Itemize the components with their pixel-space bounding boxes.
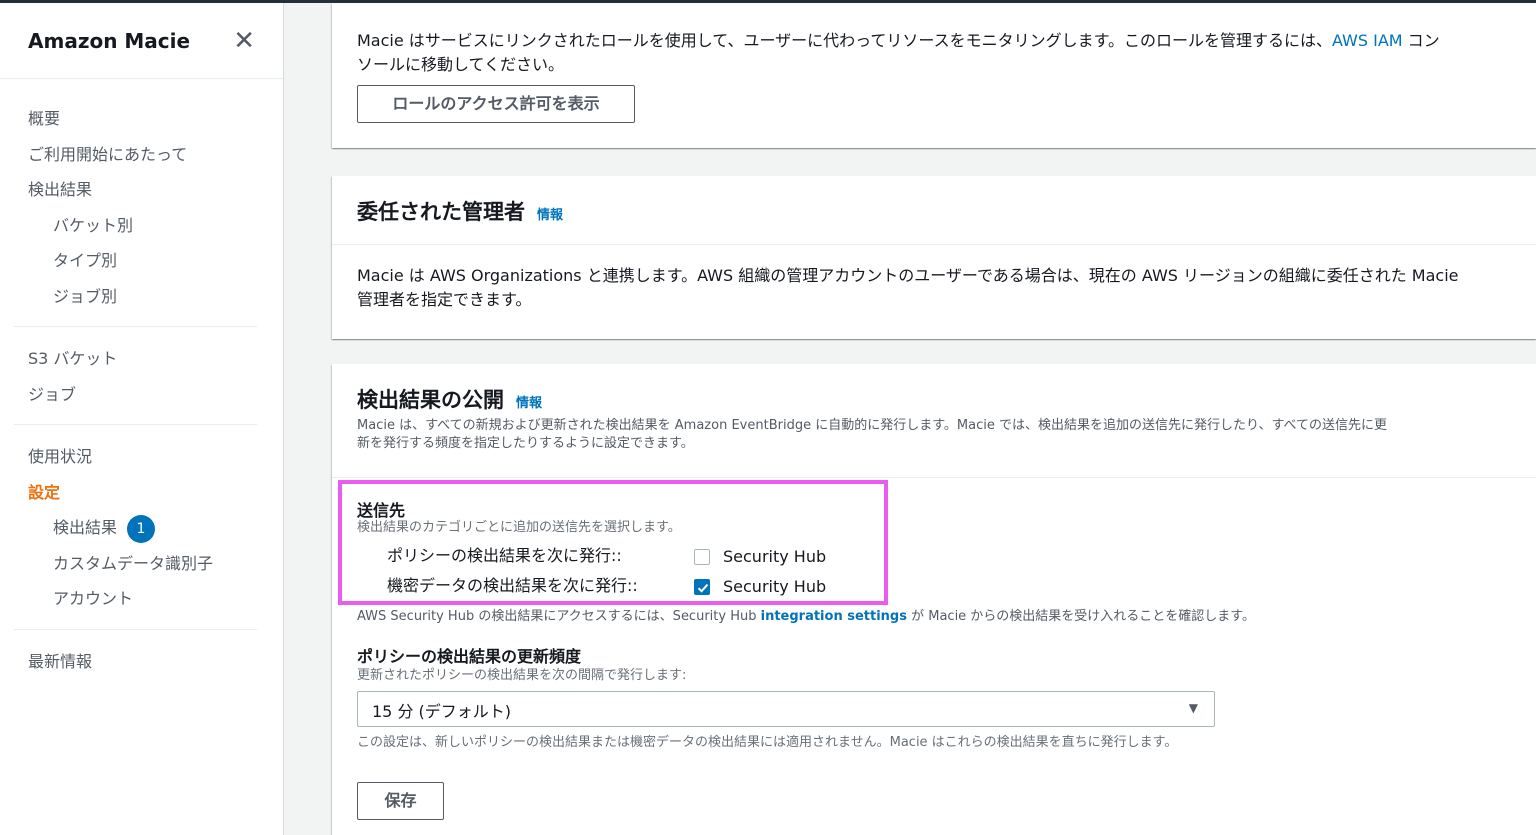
aws-iam-link[interactable]: AWS IAM xyxy=(1332,31,1403,50)
sidebar-divider xyxy=(14,628,257,630)
main-content: Macie はサービスにリンクされたロールを使用して、ユーザーに代わってリソース… xyxy=(284,3,1536,835)
sidebar-item-by-bucket[interactable]: バケット別 xyxy=(0,208,283,244)
sidebar-divider xyxy=(14,424,257,425)
sidebar-item-findings[interactable]: 検出結果 xyxy=(0,172,283,208)
close-icon[interactable]: ✕ xyxy=(233,28,255,54)
sidebar-item-s3-buckets[interactable]: S3 バケット xyxy=(0,341,283,377)
delegated-admin-panel: 委任された管理者 情報 Macie は AWS Organizations と連携… xyxy=(332,176,1536,339)
publish-findings-header: 検出結果の公開 情報 xyxy=(357,384,542,414)
sidebar-item-getting-started[interactable]: ご利用開始にあたって xyxy=(0,137,283,173)
panel-title: 検出結果の公開 xyxy=(357,388,504,412)
save-button[interactable]: 保存 xyxy=(357,782,444,820)
sidebar-item-usage[interactable]: 使用状況 xyxy=(0,439,283,475)
sensitive-security-hub-label[interactable]: Security Hub xyxy=(723,575,826,599)
destinations-title: 送信先 xyxy=(357,501,406,520)
sidebar-item-summary[interactable]: 概要 xyxy=(0,101,283,137)
info-link[interactable]: 情報 xyxy=(537,208,563,223)
checkmark-icon xyxy=(697,583,709,593)
side-navigation: Amazon Macie ✕ 概要 ご利用開始にあたって 検出結果 バケット別 … xyxy=(0,3,284,835)
update-frequency-note: この設定は、新しいポリシーの検出結果または機密データの検出結果には適用されません… xyxy=(357,735,1178,750)
notification-badge: 1 xyxy=(127,514,156,543)
publish-desc-line1: Macie は、すべての新規および更新された検出結果を Amazon Event… xyxy=(357,418,1388,433)
sidebar-item-whats-new[interactable]: 最新情報 xyxy=(0,644,283,680)
sidebar-divider xyxy=(14,326,257,327)
publish-desc-line2: 新を発行する頻度を指定したりするように設定できます。 xyxy=(357,436,694,451)
panel-title: 委任された管理者 xyxy=(357,200,525,224)
sidebar-item-jobs[interactable]: ジョブ xyxy=(0,377,283,413)
sidebar-item-by-type[interactable]: タイプ別 xyxy=(0,243,283,279)
panel-header-divider xyxy=(332,477,1536,478)
service-role-text-line2: ソールに移動してください。 xyxy=(357,55,565,74)
security-hub-note-text-end: が Macie からの検出結果を受け入れることを確認します。 xyxy=(906,609,1256,624)
service-role-text-end: コン xyxy=(1402,31,1440,50)
service-role-description: Macie はサービスにリンクされたロールを使用して、ユーザーに代わってリソース… xyxy=(357,29,1517,77)
publish-findings-description: Macie は、すべての新規および更新された検出結果を Amazon Event… xyxy=(357,417,1517,453)
sidebar-title: Amazon Macie xyxy=(28,28,191,53)
sidebar-item-accounts[interactable]: アカウント xyxy=(0,581,283,617)
service-role-text: Macie はサービスにリンクされたロールを使用して、ユーザーに代わってリソース… xyxy=(357,31,1332,50)
service-role-panel: Macie はサービスにリンクされたロールを使用して、ユーザーに代わってリソース… xyxy=(332,3,1536,148)
sidebar-nav-list: 概要 ご利用開始にあたって 検出結果 バケット別 タイプ別 ジョブ別 S3 バケ… xyxy=(0,79,283,679)
security-hub-note-text: AWS Security Hub の検出結果にアクセスするには、Security… xyxy=(357,609,761,624)
update-frequency-description: 更新されたポリシーの検出結果を次の間隔で発行します: xyxy=(357,668,687,683)
delegated-admin-text: Macie は AWS Organizations と連携します。AWS 組織の… xyxy=(357,266,1459,285)
update-frequency-select[interactable]: 15 分 (デフォルト) ▼ xyxy=(357,691,1215,727)
policy-findings-label: ポリシーの検出結果を次に発行:: xyxy=(387,546,622,565)
panel-header-divider xyxy=(332,244,1536,245)
info-link[interactable]: 情報 xyxy=(516,396,542,411)
update-frequency-value: 15 分 (デフォルト) xyxy=(372,702,512,721)
sidebar-item-by-job[interactable]: ジョブ別 xyxy=(0,279,283,315)
policy-security-hub-label[interactable]: Security Hub xyxy=(723,545,826,569)
caret-down-icon: ▼ xyxy=(1188,701,1198,715)
sidebar-item-settings-findings[interactable]: 検出結果 1 xyxy=(0,510,283,546)
delegated-admin-description: Macie は AWS Organizations と連携します。AWS 組織の… xyxy=(357,264,1517,312)
sensitive-security-hub-checkbox[interactable] xyxy=(694,579,710,595)
delegated-admin-text-line2: 管理者を指定できます。 xyxy=(357,290,532,309)
security-hub-note: AWS Security Hub の検出結果にアクセスするには、Security… xyxy=(357,608,1255,626)
destinations-description: 検出結果のカテゴリごとに追加の送信先を選択します。 xyxy=(357,520,681,535)
sidebar-header: Amazon Macie ✕ xyxy=(0,3,283,79)
view-role-permissions-button[interactable]: ロールのアクセス許可を表示 xyxy=(357,85,635,123)
publish-findings-panel: 検出結果の公開 情報 Macie は、すべての新規および更新された検出結果を Am… xyxy=(332,364,1536,835)
delegated-admin-header: 委任された管理者 情報 xyxy=(357,196,563,226)
integration-settings-link[interactable]: integration settings xyxy=(761,609,907,624)
policy-security-hub-checkbox[interactable] xyxy=(694,549,710,565)
update-frequency-title: ポリシーの検出結果の更新頻度 xyxy=(357,647,582,666)
sensitive-data-findings-label: 機密データの検出結果を次に発行:: xyxy=(387,576,638,595)
sidebar-item-custom-data-identifiers[interactable]: カスタムデータ識別子 xyxy=(0,546,283,582)
sidebar-item-settings[interactable]: 設定 xyxy=(0,475,283,511)
sidebar-item-label: 検出結果 xyxy=(53,518,118,537)
